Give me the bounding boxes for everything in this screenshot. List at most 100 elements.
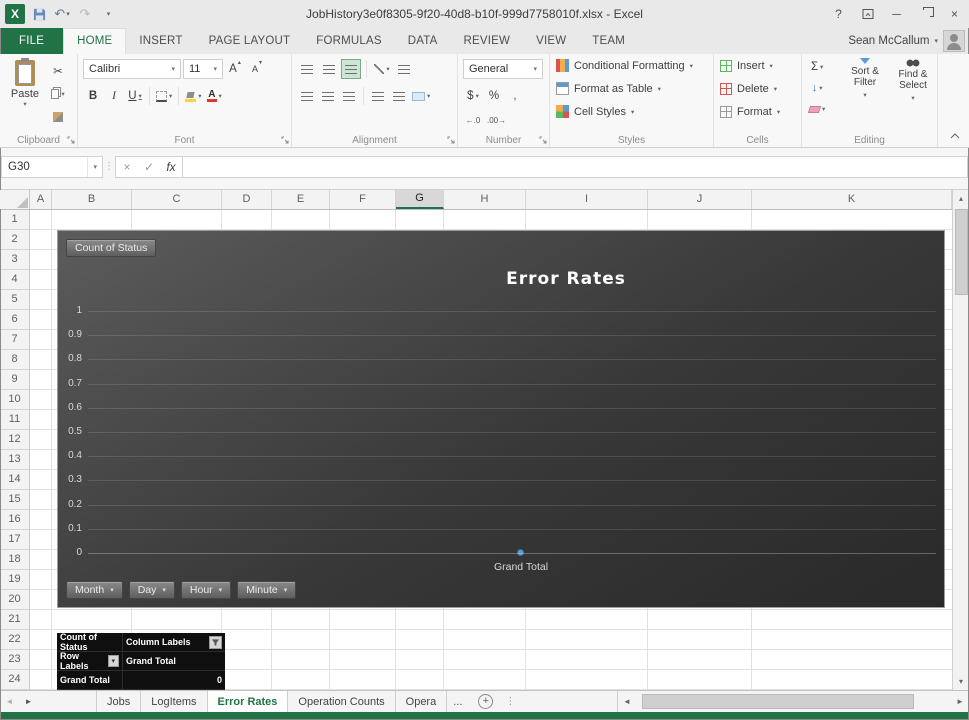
font-size-select[interactable]: 11▾ [183,59,223,79]
dialog-launcher-icon[interactable] [447,136,455,144]
number-format-select[interactable]: General▾ [463,59,543,79]
format-cells-button[interactable]: Format ▾ [714,100,801,123]
sheet-tab-logitems[interactable]: LogItems [141,691,207,712]
clear-button[interactable]: ▾ [807,99,827,119]
ribbon-display-options-button[interactable] [853,0,882,28]
pivot-chart[interactable]: Count of Status Error Rates Grand Total … [57,230,945,608]
align-left-button[interactable] [297,86,317,106]
row-header-16[interactable]: 16 [0,510,29,530]
column-header-G[interactable]: G [396,190,444,209]
cell-styles-button[interactable]: Cell Styles ▾ [550,100,713,123]
undo-button[interactable]: ↶▾ [53,4,71,24]
ribbon-tab-insert[interactable]: INSERT [126,28,195,54]
formula-bar-splitter[interactable]: ⋮ [103,161,115,172]
new-sheet-button[interactable]: + [478,694,493,709]
ribbon-tab-formulas[interactable]: FORMULAS [303,28,395,54]
tab-splitter[interactable]: ⋮ [501,691,519,712]
increase-decimal-button[interactable]: ←.0 [463,110,483,130]
sheet-tab-operation-counts[interactable]: Operation Counts [288,691,395,712]
vertical-scroll-thumb[interactable] [955,209,968,295]
chart-axis-field-day[interactable]: Day▾ [129,581,175,599]
enter-button[interactable]: ✓ [138,157,160,177]
row-header-9[interactable]: 9 [0,370,29,390]
format-painter-button[interactable] [48,107,68,127]
decrease-indent-button[interactable] [368,86,388,106]
ribbon-tab-data[interactable]: DATA [395,28,451,54]
name-box[interactable]: G30 ▾ [1,156,103,178]
formula-input[interactable] [183,156,968,178]
column-header-K[interactable]: K [752,190,952,209]
row-header-18[interactable]: 18 [0,550,29,570]
collapse-ribbon-button[interactable] [947,129,963,143]
row-header-13[interactable]: 13 [0,450,29,470]
chevron-down-icon[interactable]: ▾ [87,157,102,177]
row-header-7[interactable]: 7 [0,330,29,350]
format-as-table-button[interactable]: Format as Table ▾ [550,77,713,100]
row-header-20[interactable]: 20 [0,590,29,610]
bottom-align-button[interactable] [341,59,361,79]
sheet-tab-overflow[interactable]: ... [447,691,468,712]
scroll-right-icon[interactable]: ► [951,691,969,712]
row-labels-filter-button[interactable]: ▾ [108,655,120,667]
minimize-button[interactable]: ─ [882,0,911,28]
row-header-4[interactable]: 4 [0,270,29,290]
sheet-tab-error-rates[interactable]: Error Rates [208,691,289,712]
row-header-23[interactable]: 23 [0,650,29,670]
dialog-launcher-icon[interactable] [281,136,289,144]
horizontal-scroll-thumb[interactable] [642,694,914,709]
row-header-19[interactable]: 19 [0,570,29,590]
vertical-scrollbar[interactable]: ▴ ▾ [952,190,969,690]
italic-button[interactable]: I [104,86,124,106]
delete-cells-button[interactable]: Delete ▾ [714,77,801,100]
row-header-14[interactable]: 14 [0,470,29,490]
row-header-2[interactable]: 2 [0,230,29,250]
scroll-up-icon[interactable]: ▴ [953,190,969,207]
row-header-3[interactable]: 3 [0,250,29,270]
cancel-button[interactable]: × [116,157,138,177]
chart-title[interactable]: Error Rates [188,269,944,289]
row-header-17[interactable]: 17 [0,530,29,550]
find-select-button[interactable]: Find & Select ▾ [890,58,936,104]
bold-button[interactable]: B [83,86,103,106]
fill-color-button[interactable]: ▾ [183,86,203,106]
center-button[interactable] [318,86,338,106]
sheet-tab-opera[interactable]: Opera [396,691,448,712]
orientation-button[interactable]: ▾ [372,59,392,79]
wrap-text-button[interactable] [394,59,414,79]
sheet-tab-jobs[interactable]: Jobs [96,691,141,712]
accounting-format-button[interactable]: $▾ [463,86,483,106]
paste-button[interactable]: Paste ▾ [6,59,44,125]
filter-icon[interactable] [209,636,222,649]
underline-button[interactable]: U▾ [125,86,145,106]
close-button[interactable]: × [940,0,969,28]
top-align-button[interactable] [297,59,317,79]
sheet-nav-left-icon[interactable]: ◄ [0,691,19,712]
chart-axis-field-hour[interactable]: Hour▾ [181,581,231,599]
column-header-F[interactable]: F [330,190,396,209]
horizontal-scroll-track[interactable] [636,691,951,712]
help-button[interactable]: ? [824,0,853,28]
excel-app-icon[interactable]: X [5,4,25,24]
pivot-table[interactable]: Count of Status Column Labels Row Labels… [57,633,225,690]
dialog-launcher-icon[interactable] [67,136,75,144]
dialog-launcher-icon[interactable] [539,136,547,144]
row-header-10[interactable]: 10 [0,390,29,410]
ribbon-tab-home[interactable]: HOME [63,28,126,54]
increase-font-size-button[interactable]: A▴ [225,59,245,79]
maximize-button[interactable] [911,0,940,28]
increase-indent-button[interactable] [389,86,409,106]
user-name[interactable]: Sean McCallum [848,35,929,47]
column-header-C[interactable]: C [132,190,222,209]
percent-style-button[interactable]: % [484,86,504,106]
row-header-8[interactable]: 8 [0,350,29,370]
column-header-I[interactable]: I [526,190,648,209]
column-header-H[interactable]: H [444,190,526,209]
fill-button[interactable]: ↓▾ [807,78,827,98]
row-header-12[interactable]: 12 [0,430,29,450]
chart-value-field-button[interactable]: Count of Status [66,239,156,257]
font-color-button[interactable]: A▾ [205,86,225,106]
chart-axis-field-minute[interactable]: Minute▾ [237,581,296,599]
scroll-left-icon[interactable]: ◄ [618,691,636,712]
ribbon-tab-file[interactable]: FILE [0,28,63,54]
select-all-corner[interactable] [0,190,30,209]
